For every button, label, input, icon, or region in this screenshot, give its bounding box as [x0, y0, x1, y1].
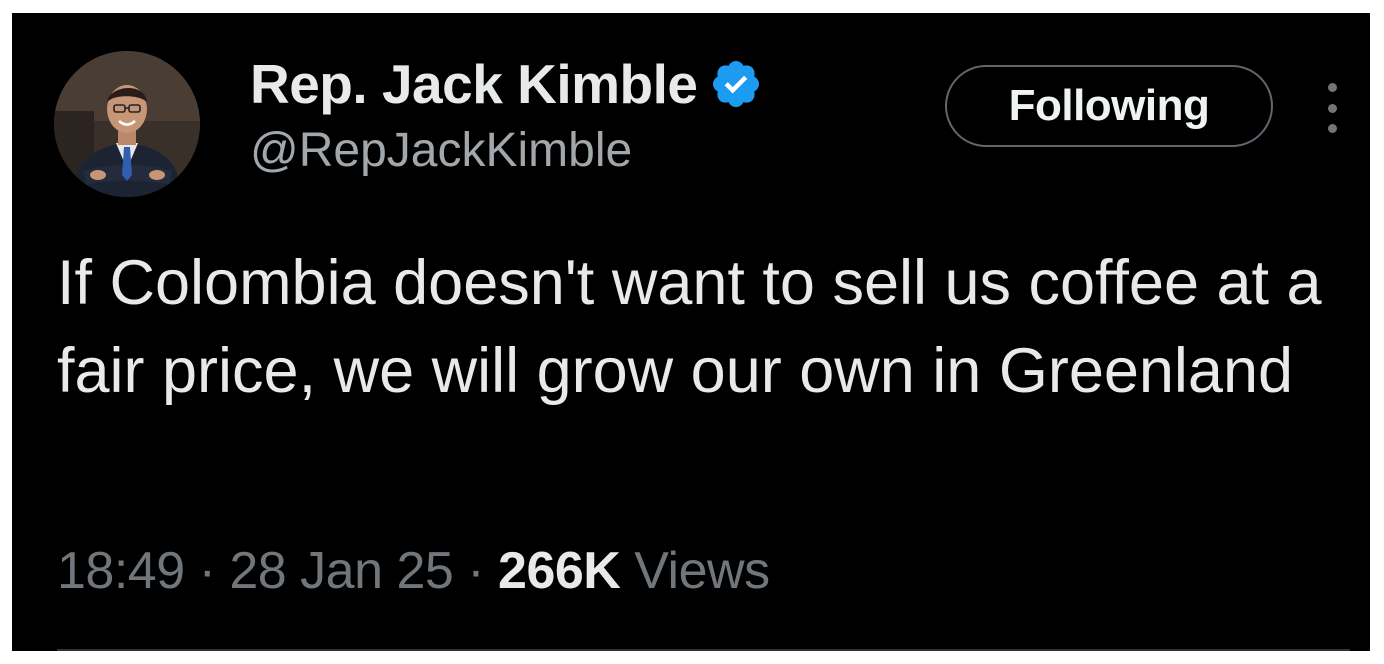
author-display-name[interactable]: Rep. Jack Kimble — [250, 53, 698, 115]
views-label[interactable]: Views — [634, 542, 770, 600]
author-handle[interactable]: @RepJackKimble — [250, 123, 632, 179]
meta-separator: · — [198, 542, 216, 600]
verified-badge-icon[interactable] — [709, 57, 763, 111]
author-name-row: Rep. Jack Kimble — [250, 53, 763, 115]
more-dot — [1327, 83, 1337, 92]
more-vertical-icon[interactable] — [1317, 83, 1347, 133]
divider — [57, 649, 1350, 651]
tweet-text: If Colombia doesn't want to sell us coff… — [57, 248, 1322, 406]
avatar[interactable] — [54, 51, 200, 197]
more-dot — [1327, 103, 1337, 113]
avatar-image — [54, 51, 200, 197]
more-dot — [1327, 124, 1337, 133]
meta-separator: · — [467, 542, 485, 600]
tweet-meta: 18:49 · 28 Jan 25 · 266K Views — [57, 540, 770, 602]
following-button[interactable]: Following — [945, 65, 1273, 147]
tweet-date[interactable]: 28 Jan 25 — [229, 542, 453, 600]
views-count[interactable]: 266K — [498, 542, 621, 600]
tweet-card: Rep. Jack Kimble @RepJackKimble Followin… — [12, 13, 1370, 651]
tweet-time[interactable]: 18:49 — [57, 542, 185, 600]
